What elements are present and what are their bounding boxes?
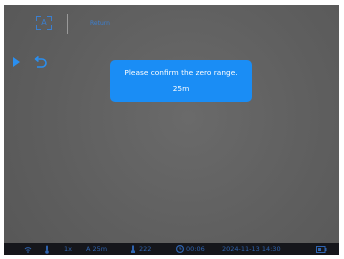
battery-icon — [316, 243, 327, 255]
auto-mode-label: A — [41, 18, 47, 27]
zoom-level: 1x — [64, 245, 72, 253]
wifi-icon — [24, 243, 32, 255]
zero-value-status: 222 — [139, 245, 152, 253]
zero-range-status: A 25m — [86, 245, 108, 253]
recording-timer: 00:06 — [186, 245, 205, 253]
dialog-zero-range-value: 25m — [172, 84, 190, 93]
return-icon[interactable] — [32, 54, 48, 70]
date-time: 2024-11-13 14:30 — [222, 245, 281, 253]
auto-mode-icon[interactable]: A — [36, 16, 52, 30]
clock-icon — [175, 243, 185, 255]
status-bar: 1x A 25m 222 00:06 2024-11-13 14:30 — [4, 243, 339, 255]
play-icon[interactable] — [13, 57, 20, 67]
top-bar: A Return — [4, 5, 339, 43]
zero-range-confirm-dialog[interactable]: Please confirm the zero range. 25m — [110, 60, 252, 102]
sensor-icon — [130, 243, 136, 255]
device-screen: A Return Please confirm the zero range. … — [4, 5, 339, 255]
return-label: Return — [90, 20, 110, 27]
thermometer-icon — [44, 243, 50, 255]
dialog-message: Please confirm the zero range. — [124, 68, 238, 77]
topbar-divider — [67, 14, 68, 34]
